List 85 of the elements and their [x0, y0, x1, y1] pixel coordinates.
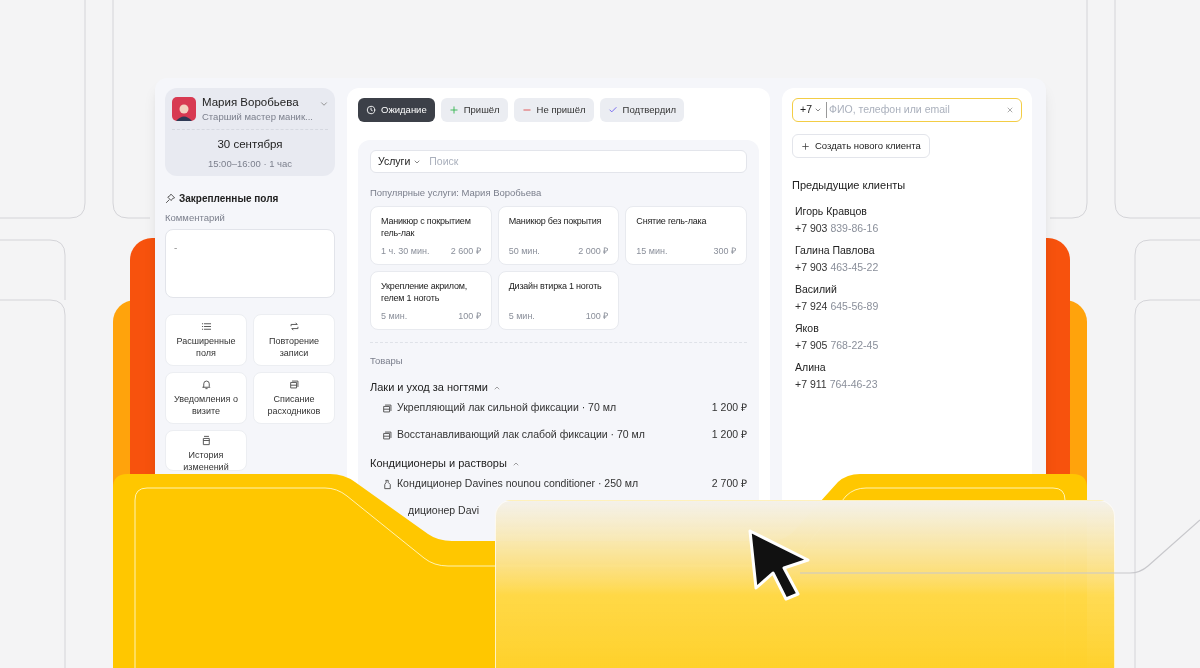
- box-icon: [382, 402, 393, 414]
- chevron-down-icon: [319, 99, 329, 109]
- list-icon: [200, 321, 212, 332]
- client-name[interactable]: Игорь Кравцов: [795, 204, 867, 218]
- client-name[interactable]: Галина Павлова: [795, 243, 875, 257]
- service-duration: 50 мин.: [508, 244, 540, 258]
- service-name: Снятие гель-лака: [636, 215, 708, 228]
- box-icon: [288, 379, 300, 390]
- bell-icon: [200, 379, 212, 390]
- service-duration: 5 мин.: [381, 309, 408, 323]
- service-name: Укрепление акрилом, гелем 1 ноготь: [381, 280, 469, 305]
- appointment-time: 15:00–16:00 · 1 час: [207, 156, 293, 171]
- jar-icon: [200, 435, 212, 446]
- phone-prefix: +7 911: [795, 377, 827, 391]
- action-tile[interactable]: Списание расходников: [253, 372, 335, 424]
- service-card[interactable]: Укрепление акрилом, гелем 1 ноготь 5 мин. 100 ₽: [370, 271, 492, 331]
- phone-prefix: +7 903: [795, 221, 828, 235]
- service-duration: 1 ч. 30 мин.: [381, 244, 430, 258]
- client-name[interactable]: Яков: [795, 321, 819, 335]
- category-dropdown[interactable]: Услуги: [378, 153, 422, 170]
- plus-icon: [801, 141, 810, 151]
- product-name[interactable]: диционер Davi: [408, 503, 747, 519]
- service-name: Маникюр с покрытием гель-лак: [381, 215, 472, 240]
- avatar-icon: [172, 97, 196, 122]
- phone-number: 768-22-45: [830, 338, 879, 352]
- status-button[interactable]: Пришёл: [440, 98, 508, 122]
- product-name[interactable]: Кондиционер Davines nounou conditioner · 250 мл: [397, 476, 712, 492]
- country-code-dropdown[interactable]: +7: [800, 102, 822, 118]
- service-price: 300 ₽: [713, 244, 736, 258]
- action-tile[interactable]: Расширенные поля: [165, 314, 247, 366]
- popular-services-title: Популярные услуги: Мария Воробьева: [370, 186, 543, 200]
- service-name: Маникюр без покрытия: [508, 215, 603, 228]
- pinned-fields-title: Закрепленные поля: [179, 191, 279, 206]
- action-tile[interactable]: Уведомления о визите: [165, 372, 247, 424]
- service-price: 100 ₽: [458, 309, 481, 323]
- phone-number: 645-56-89: [830, 299, 879, 313]
- pin-icon: [165, 192, 176, 204]
- bottle-icon: [382, 478, 393, 490]
- service-price: 2 000 ₽: [578, 244, 609, 258]
- product-price: 1 200 ₽: [711, 427, 747, 443]
- create-client-button[interactable]: Создать нового клиента: [792, 134, 930, 158]
- chevron-down-icon: [814, 106, 822, 114]
- products-title: Товары: [370, 354, 404, 369]
- service-name: Дизайн втирка 1 ноготь: [508, 280, 603, 293]
- previous-clients-title: Предыдущие клиенты: [792, 178, 907, 193]
- staff-name: Мария Воробьева: [202, 95, 300, 110]
- client-name[interactable]: Алина: [795, 360, 826, 374]
- status-button[interactable]: Подтвердил: [599, 98, 685, 122]
- service-price: 100 ₽: [585, 309, 609, 323]
- appointment-date: 30 сентября: [217, 137, 283, 153]
- product-name[interactable]: Укрепляющий лак сильной фиксации · 70 мл: [397, 400, 712, 416]
- phone-number: 764-46-23: [829, 377, 878, 391]
- clock-icon: [366, 105, 376, 115]
- search-field[interactable]: Услуги Поиск: [370, 150, 747, 173]
- phone-number: 839-86-16: [830, 221, 879, 235]
- product-group-header[interactable]: Лаки и уход за ногтями: [370, 380, 747, 395]
- status-button[interactable]: Не пришёл: [513, 98, 594, 122]
- service-duration: 15 мин.: [636, 244, 668, 258]
- action-tile[interactable]: История изменений: [165, 430, 247, 471]
- phone-number: 463-45-22: [830, 260, 879, 274]
- product-group-header[interactable]: Кондиционеры и растворы: [370, 456, 747, 471]
- plus-icon: [448, 105, 459, 115]
- phone-prefix: +7 903: [795, 260, 828, 274]
- product-name[interactable]: Восстанавливающий лак слабой фиксации · 70 мл: [397, 427, 712, 443]
- repeat-icon: [288, 321, 300, 332]
- service-duration: 5 мин.: [508, 309, 535, 323]
- service-card[interactable]: Маникюр с покрытием гель-лак 1 ч. 30 мин. 2 600 ₽: [370, 206, 492, 266]
- product-price: 2 700 ₽: [711, 476, 747, 492]
- service-card[interactable]: Снятие гель-лака 15 мин. 300 ₽: [625, 206, 747, 266]
- staff-role: Старший мастер маник...: [202, 111, 313, 124]
- comment-label: Комментарий: [165, 210, 226, 225]
- service-price: 2 600 ₽: [450, 244, 481, 258]
- service-card[interactable]: Дизайн втирка 1 ноготь 5 мин. 100 ₽: [497, 271, 620, 331]
- client-name[interactable]: Василий: [795, 282, 837, 296]
- box-icon: [382, 429, 393, 441]
- service-card[interactable]: Маникюр без покрытия 50 мин. 2 000 ₽: [497, 206, 620, 266]
- staff-card[interactable]: Мария Воробьева Старший мастер маник... 30 сентября 15:00–16:00 · 1 час: [165, 88, 335, 176]
- product-price: 1 200 ₽: [711, 400, 747, 416]
- client-search-field[interactable]: +7 ФИО, телефон или email: [792, 98, 1022, 122]
- action-tile[interactable]: Повторение записи: [253, 314, 335, 366]
- phone-prefix: +7 905: [795, 338, 828, 352]
- check-icon: [607, 105, 618, 115]
- phone-prefix: +7 924: [795, 299, 828, 313]
- close-icon: [1006, 106, 1014, 114]
- status-button[interactable]: Ожидание: [358, 98, 435, 122]
